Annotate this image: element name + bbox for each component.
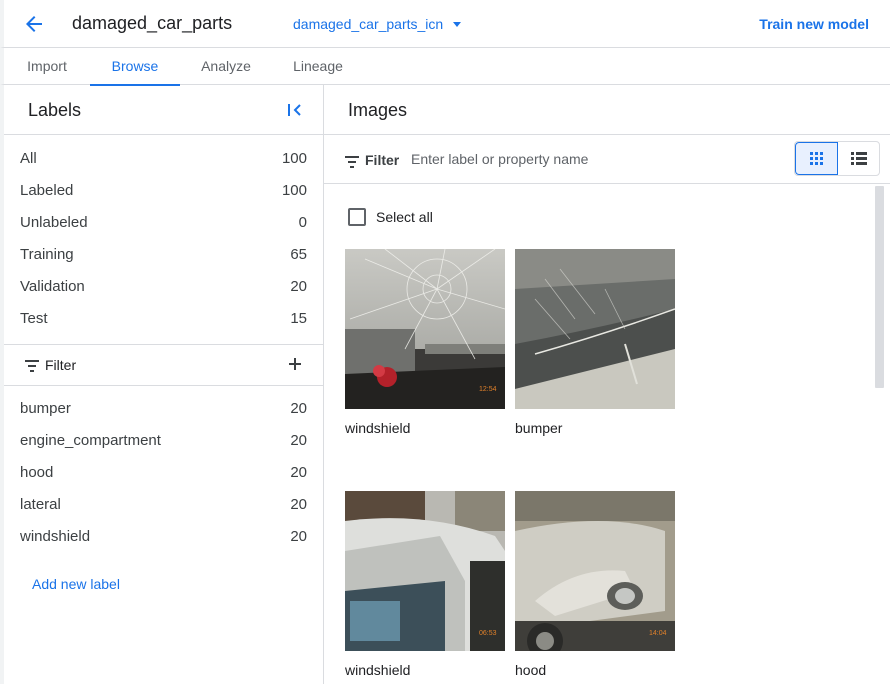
count-row-validation[interactable]: Validation 20: [4, 271, 323, 303]
add-icon[interactable]: [287, 356, 303, 372]
image-tile[interactable]: 12:54 windshield: [345, 249, 505, 436]
split-counts-list: All 100 Labeled 100 Unlabeled 0 Training 65 …: [4, 135, 323, 345]
labels-panel-title: Labels: [28, 100, 82, 120]
filter-icon: [25, 359, 39, 377]
image-label: bumper: [515, 420, 563, 436]
image-thumbnail[interactable]: 14:04: [515, 491, 675, 651]
train-new-model-button[interactable]: Train new model: [759, 16, 869, 32]
count-value: 0: [298, 214, 307, 231]
add-new-label-button[interactable]: Add new label: [32, 576, 120, 592]
list-view-button[interactable]: [838, 142, 879, 175]
count-row-training[interactable]: Training 65: [4, 239, 323, 271]
image-filter-input[interactable]: [411, 146, 771, 172]
image-filter-label: Filter: [365, 152, 400, 168]
image-tile[interactable]: bumper: [515, 249, 675, 436]
scrollbar-thumb[interactable]: [875, 186, 884, 388]
label-name: lateral: [20, 496, 61, 513]
count-label: Test: [20, 310, 48, 327]
image-thumbnail[interactable]: 12:54: [345, 249, 505, 409]
label-count: 20: [290, 400, 307, 417]
count-label: Validation: [20, 278, 85, 295]
label-count: 20: [290, 464, 307, 481]
svg-text:06:53: 06:53: [479, 630, 497, 637]
count-row-unlabeled[interactable]: Unlabeled 0: [4, 207, 323, 239]
image-label: windshield: [345, 662, 411, 678]
view-toggle: [794, 141, 880, 176]
image-thumbnail[interactable]: 06:53: [345, 491, 505, 651]
svg-text:12:54: 12:54: [479, 386, 497, 393]
label-name: hood: [20, 464, 54, 481]
label-list: bumper 20 engine_compartment 20 hood 20 lat…: [4, 386, 323, 553]
filter-icon: [345, 155, 359, 173]
count-value: 100: [281, 150, 307, 167]
label-row-windshield[interactable]: windshield 20: [4, 521, 323, 553]
select-all-checkbox[interactable]: Select all: [348, 208, 433, 226]
label-row-engine-compartment[interactable]: engine_compartment 20: [4, 425, 323, 457]
dataset-title: damaged_car_parts: [72, 13, 233, 33]
top-bar: damaged_car_parts damaged_car_parts_icn …: [0, 0, 890, 48]
tab-browse[interactable]: Browse: [90, 48, 180, 86]
label-row-lateral[interactable]: lateral 20: [4, 489, 323, 521]
label-count: 20: [290, 432, 307, 449]
tab-analyze[interactable]: Analyze: [198, 48, 254, 85]
count-label: Training: [20, 246, 74, 263]
svg-text:14:04: 14:04: [649, 630, 667, 637]
caret-down-icon: [453, 21, 462, 27]
labels-panel-header: Labels: [4, 85, 323, 135]
list-icon: [850, 152, 867, 165]
image-grid: Select all 12:54 windshield bumper 06:53…: [324, 184, 890, 684]
grid-view-button[interactable]: [795, 142, 838, 175]
image-tile[interactable]: 06:53 windshield: [345, 491, 505, 678]
count-value: 15: [290, 310, 307, 327]
images-panel: Images Filter Enter label or property na…: [324, 85, 890, 684]
count-value: 65: [290, 246, 307, 263]
count-label: Labeled: [20, 182, 74, 199]
tab-bar: Import Browse Analyze Lineage: [0, 48, 890, 86]
count-value: 20: [290, 278, 307, 295]
image-label: hood: [515, 662, 547, 678]
label-name: windshield: [20, 528, 91, 545]
label-filter-row[interactable]: Filter: [4, 345, 323, 386]
images-panel-header: Images: [324, 85, 890, 135]
count-label: All: [20, 150, 37, 167]
count-row-all[interactable]: All 100: [4, 143, 323, 175]
count-row-labeled[interactable]: Labeled 100: [4, 175, 323, 207]
count-row-test[interactable]: Test 15: [4, 303, 323, 335]
label-row-bumper[interactable]: bumper 20: [4, 393, 323, 425]
collapse-panel-icon[interactable]: [287, 102, 303, 118]
image-tile[interactable]: 14:04 hood: [515, 491, 675, 678]
grid-icon: [809, 151, 823, 165]
label-count: 20: [290, 528, 307, 545]
back-arrow-icon[interactable]: [22, 12, 46, 36]
dataset-selector[interactable]: damaged_car_parts_icn: [293, 16, 462, 32]
labels-panel: Labels All 100 Labeled 100 Unlabeled 0 Trai…: [0, 85, 324, 684]
tab-lineage[interactable]: Lineage: [288, 48, 348, 85]
image-thumbnail[interactable]: [515, 249, 675, 409]
select-all-label: Select all: [376, 209, 433, 225]
images-panel-title: Images: [348, 100, 408, 120]
count-label: Unlabeled: [20, 214, 88, 231]
images-toolbar: Filter: [324, 135, 890, 184]
label-row-hood[interactable]: hood 20: [4, 457, 323, 489]
dataset-selector-label: damaged_car_parts_icn: [293, 16, 444, 32]
checkbox[interactable]: [348, 208, 366, 226]
label-count: 20: [290, 496, 307, 513]
image-label: windshield: [345, 420, 411, 436]
label-filter-label: Filter: [45, 357, 77, 373]
label-name: bumper: [20, 400, 71, 417]
label-name: engine_compartment: [20, 432, 161, 449]
tab-import[interactable]: Import: [24, 48, 70, 85]
count-value: 100: [281, 182, 307, 199]
